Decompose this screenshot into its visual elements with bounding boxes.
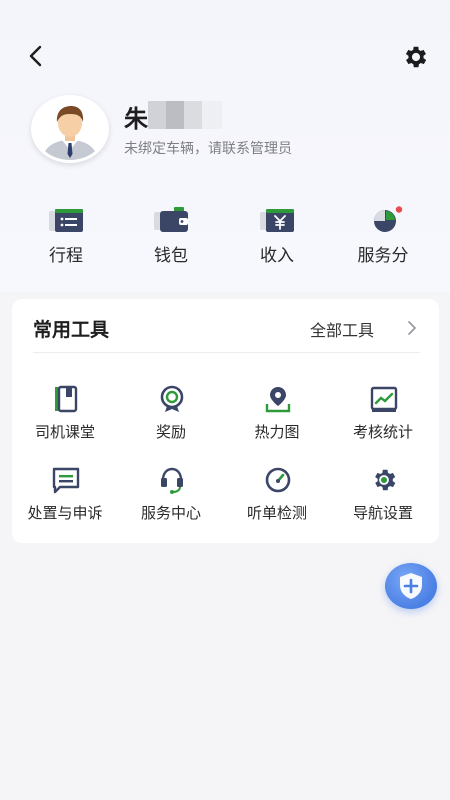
quick-action-label: 钱包	[154, 246, 188, 266]
award-icon	[160, 385, 184, 412]
tools-title: 常用工具	[33, 319, 110, 341]
income-yuan-icon	[260, 209, 294, 232]
driver-avatar-icon	[34, 98, 106, 160]
safety-fab-button[interactable]	[385, 563, 437, 609]
gear-icon	[405, 46, 427, 68]
profile-screen: 朱 未绑定车辆，请联系管理员 行程 钱包 收入 服务分 常用工具 全部工具 司机…	[0, 0, 450, 800]
wallet-icon	[154, 207, 188, 232]
quick-action-label: 服务分	[357, 246, 409, 266]
user-status-text: 未绑定车辆，请联系管理员	[124, 141, 292, 157]
map-pin-icon	[265, 387, 291, 413]
avatar[interactable]	[31, 95, 109, 163]
quick-action-income[interactable]: 收入	[232, 204, 322, 270]
quick-action-label: 收入	[260, 246, 294, 266]
shield-plus-icon	[400, 573, 422, 599]
chevron-right-icon[interactable]	[404, 318, 420, 338]
trip-list-icon	[49, 209, 83, 232]
trend-chart-icon	[370, 386, 398, 412]
message-icon	[52, 467, 80, 494]
gauge-icon	[265, 467, 291, 493]
tool-service-center[interactable]: 服务中心	[118, 466, 224, 534]
book-icon	[55, 385, 78, 413]
tool-label: 导航设置	[352, 504, 413, 522]
tool-rewards[interactable]: 奖励	[118, 385, 224, 453]
quick-action-label: 行程	[49, 246, 83, 266]
tool-label: 考核统计	[352, 423, 413, 441]
tools-divider	[33, 352, 420, 353]
tool-label: 奖励	[155, 423, 186, 441]
tool-label: 听单检测	[246, 504, 307, 522]
tool-driver-class[interactable]: 司机课堂	[12, 385, 118, 453]
chevron-left-icon	[29, 45, 42, 67]
user-name: 朱	[124, 105, 148, 133]
quick-action-trip[interactable]: 行程	[21, 204, 111, 270]
pie-chart-icon	[374, 206, 403, 232]
tool-disposal-appeal[interactable]: 处置与申诉	[12, 466, 118, 534]
headset-icon	[161, 467, 183, 494]
all-tools-link[interactable]: 全部工具	[310, 317, 374, 341]
tool-label: 处置与申诉	[27, 504, 103, 522]
tool-label: 司机课堂	[34, 423, 95, 441]
settings-button[interactable]	[402, 43, 430, 71]
tool-label: 热力图	[254, 423, 300, 441]
tools-card: 常用工具 全部工具 司机课堂 奖励 热力图 考核统计 处置与申诉 服务中心 听单…	[12, 299, 439, 543]
tool-assessment-stats[interactable]: 考核统计	[330, 385, 436, 453]
quick-action-wallet[interactable]: 钱包	[126, 204, 216, 270]
tool-label: 服务中心	[140, 504, 201, 522]
back-button[interactable]	[22, 42, 50, 70]
name-privacy-mask	[148, 101, 222, 129]
tool-order-listening-check[interactable]: 听单检测	[224, 466, 330, 534]
settings-gear-icon	[375, 469, 396, 491]
tool-navigation-settings[interactable]: 导航设置	[330, 466, 436, 534]
quick-action-service-score[interactable]: 服务分	[338, 204, 428, 270]
tool-heatmap[interactable]: 热力图	[224, 385, 330, 453]
notification-badge	[395, 206, 403, 213]
